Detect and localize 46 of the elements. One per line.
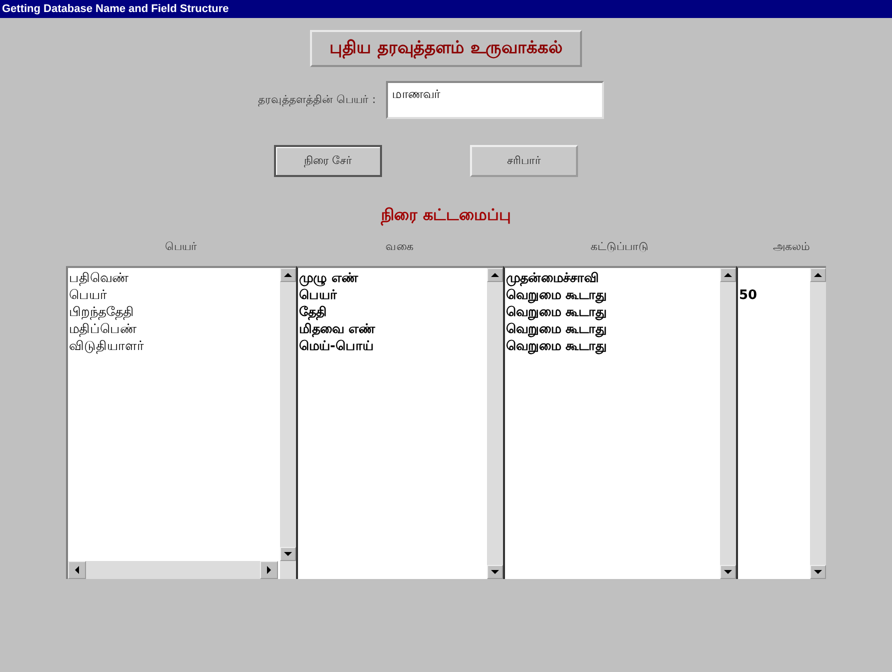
list-box[interactable]: 50 <box>736 266 826 579</box>
column-header: அகலம் <box>773 240 810 254</box>
list-item[interactable]: பெயர் <box>69 287 279 304</box>
list-item[interactable]: மெய்-பொய் <box>299 338 486 355</box>
list-item[interactable]: வெறுமை கூடாது <box>506 321 719 338</box>
scroll-up-icon[interactable] <box>487 268 503 282</box>
list-item[interactable]: முதன்மைச்சாவி <box>506 270 719 287</box>
database-name-field[interactable]: மாணவர் <box>386 81 604 119</box>
vertical-scrollbar[interactable] <box>720 268 736 579</box>
horizontal-scrollbar[interactable] <box>68 561 278 579</box>
scroll-down-icon[interactable] <box>720 565 736 579</box>
dialog-button[interactable]: சரிபார் <box>470 145 578 177</box>
scroll-up-icon[interactable] <box>810 268 826 282</box>
list-item[interactable]: வெறுமை கூடாது <box>506 338 719 355</box>
scroll-down-icon[interactable] <box>810 565 826 579</box>
heading: புதிய தரவுத்தளம் உருவாக்கல் <box>330 38 562 58</box>
dialog-button[interactable]: நிரை சேர் <box>274 145 382 177</box>
list-item[interactable]: 50 <box>739 287 809 304</box>
list-item[interactable]: விடுதியாளர் <box>69 338 279 355</box>
list-box[interactable]: முழு எண் பெயர் தேதி மிதவை எண் மெய்-பொய் <box>296 266 503 579</box>
list-item[interactable]: வெறுமை கூடாது <box>506 287 719 304</box>
list-item[interactable]: முழு எண் <box>299 270 486 287</box>
list-item[interactable]: வெறுமை கூடாது <box>506 304 719 321</box>
column-header: வகை <box>386 240 414 254</box>
scroll-left-icon[interactable] <box>68 561 86 579</box>
list-item[interactable]: பிறந்ததேதி <box>69 304 279 321</box>
list-item[interactable]: மதிப்பெண் <box>69 321 279 338</box>
scroll-right-icon[interactable] <box>260 561 278 579</box>
list-item[interactable]: பெயர் <box>299 287 486 304</box>
list-item[interactable]: பதிவெண் <box>69 270 279 287</box>
column-header: கட்டுப்பாடு <box>590 240 648 254</box>
scroll-up-icon[interactable] <box>280 268 296 282</box>
scroll-down-icon[interactable] <box>280 547 296 561</box>
section-title: நிரை கட்டமைப்பு <box>381 205 511 226</box>
list-item[interactable]: மிதவை எண் <box>299 321 486 338</box>
list-box[interactable]: முதன்மைச்சாவி வெறுமை கூடாது வெறுமை கூடாது வெறுமை கூடாது வெறுமை கூடாது <box>503 266 736 579</box>
window-title: Getting Database Name and Field Structure <box>0 0 892 18</box>
field-label: தரவுத்தளத்தின் பெயர் : <box>258 93 376 107</box>
list-box[interactable]: பதிவெண் பெயர் பிறந்ததேதி மதிப்பெண் விடுதியாளர் <box>66 266 296 579</box>
column-header: பெயர் <box>165 240 197 254</box>
vertical-scrollbar[interactable] <box>280 268 296 579</box>
vertical-scrollbar[interactable] <box>487 268 503 579</box>
vertical-scrollbar[interactable] <box>810 268 826 579</box>
scroll-up-icon[interactable] <box>720 268 736 282</box>
list-item[interactable]: தேதி <box>299 304 486 321</box>
scroll-down-icon[interactable] <box>487 565 503 579</box>
